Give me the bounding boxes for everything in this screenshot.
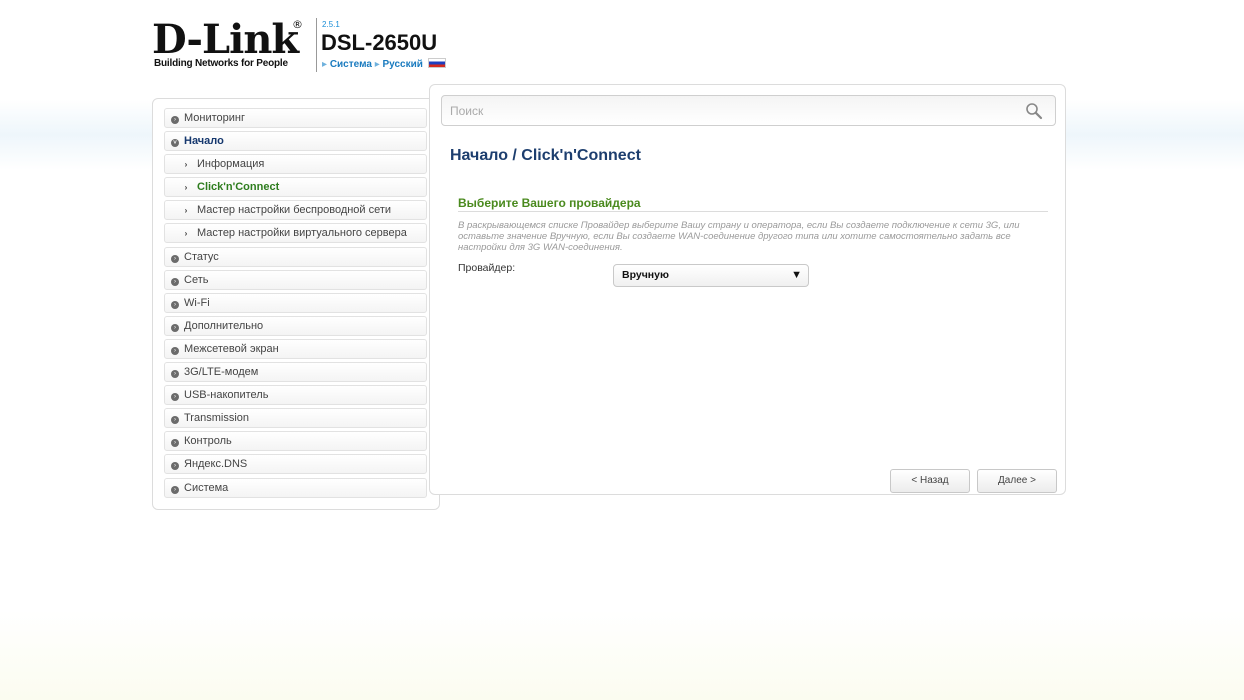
chevron-right-circle-icon: › — [171, 255, 179, 263]
sidebar-item-virtual-server-wizard[interactable]: › Мастер настройки виртуального сервера — [164, 223, 427, 243]
provider-label: Провайдер: — [458, 262, 516, 274]
next-button[interactable]: Далее > — [977, 469, 1057, 493]
sidebar-item-system[interactable]: › Система — [164, 478, 427, 498]
system-link[interactable]: Система — [330, 59, 372, 70]
sidebar-item-advanced[interactable]: › Дополнительно — [164, 316, 427, 336]
chevron-right-circle-icon: › — [171, 301, 179, 309]
sidebar-item-start[interactable]: ˅ Начало — [164, 131, 427, 151]
hint-text: В раскрывающемся списке Провайдер выбери… — [458, 220, 1020, 253]
model-name: DSL-2650U — [321, 30, 438, 55]
dropdown-arrow-icon: ▼ — [791, 269, 802, 281]
sidebar-item-wifi[interactable]: › Wi-Fi — [164, 293, 427, 313]
chevron-right-circle-icon: › — [171, 116, 179, 124]
sidebar-item-monitoring[interactable]: › Мониторинг — [164, 108, 427, 128]
sidebar-item-wireless-wizard[interactable]: › Мастер настройки беспроводной сети — [164, 200, 427, 220]
sidebar-item-network[interactable]: › Сеть — [164, 270, 427, 290]
chevron-right-circle-icon: › — [171, 278, 179, 286]
chevron-right-circle-icon: › — [171, 393, 179, 401]
arrow-right-icon: ▸ — [322, 59, 328, 70]
sidebar-item-clickn-connect[interactable]: › Click'n'Connect — [164, 177, 427, 197]
search-box — [441, 95, 1056, 126]
arrow-right-icon: ▸ — [374, 59, 380, 70]
section-divider — [458, 211, 1048, 212]
provider-select[interactable]: Вручную ▼ — [613, 264, 809, 287]
chevron-right-icon: › — [184, 229, 188, 238]
registered-mark: ® — [292, 18, 303, 31]
dlink-logo: D-Link — [152, 16, 299, 63]
chevron-right-circle-icon: › — [171, 486, 179, 494]
page-title: Начало / Click'n'Connect — [450, 147, 641, 164]
chevron-right-icon: › — [184, 160, 188, 169]
sidebar-item-yandex-dns[interactable]: › Яндекс.DNS — [164, 454, 427, 474]
sidebar: › Мониторинг ˅ Начало › Информация › Click'n… — [152, 98, 440, 510]
sidebar-item-information[interactable]: › Информация — [164, 154, 427, 174]
chevron-right-icon: › — [184, 183, 188, 192]
section-title: Выберите Вашего провайдера — [458, 196, 641, 210]
russia-flag-icon[interactable] — [427, 58, 446, 68]
chevron-right-icon: › — [184, 206, 188, 215]
chevron-right-circle-icon: › — [171, 324, 179, 332]
chevron-right-circle-icon: › — [171, 416, 179, 424]
main-content: Начало / Click'n'Connect Выберите Вашего… — [429, 84, 1066, 495]
header-divider — [316, 18, 317, 72]
sidebar-item-control[interactable]: › Контроль — [164, 431, 427, 451]
chevron-right-circle-icon: › — [171, 370, 179, 378]
sidebar-item-usb-storage[interactable]: › USB-накопитель — [164, 385, 427, 405]
sidebar-item-status[interactable]: › Статус — [164, 247, 427, 267]
firmware-version: 2.5.1 — [322, 20, 340, 29]
search-icon[interactable] — [1025, 102, 1043, 120]
sidebar-item-firewall[interactable]: › Межсетевой экран — [164, 339, 427, 359]
provider-select-value: Вручную — [622, 269, 669, 281]
chevron-right-circle-icon: › — [171, 439, 179, 447]
sidebar-item-transmission[interactable]: › Transmission — [164, 408, 427, 428]
chevron-right-circle-icon: › — [171, 462, 179, 470]
search-input[interactable] — [450, 102, 1010, 120]
chevron-right-circle-icon: › — [171, 347, 179, 355]
chevron-down-circle-icon: ˅ — [171, 139, 179, 147]
language-link[interactable]: Русский — [383, 59, 423, 70]
back-button[interactable]: < Назад — [890, 469, 970, 493]
sidebar-item-3g-lte-modem[interactable]: › 3G/LTE-модем — [164, 362, 427, 382]
logo-tagline: Building Networks for People — [154, 58, 288, 69]
header-breadcrumb: ▸ Система ▸ Русский — [322, 58, 446, 70]
